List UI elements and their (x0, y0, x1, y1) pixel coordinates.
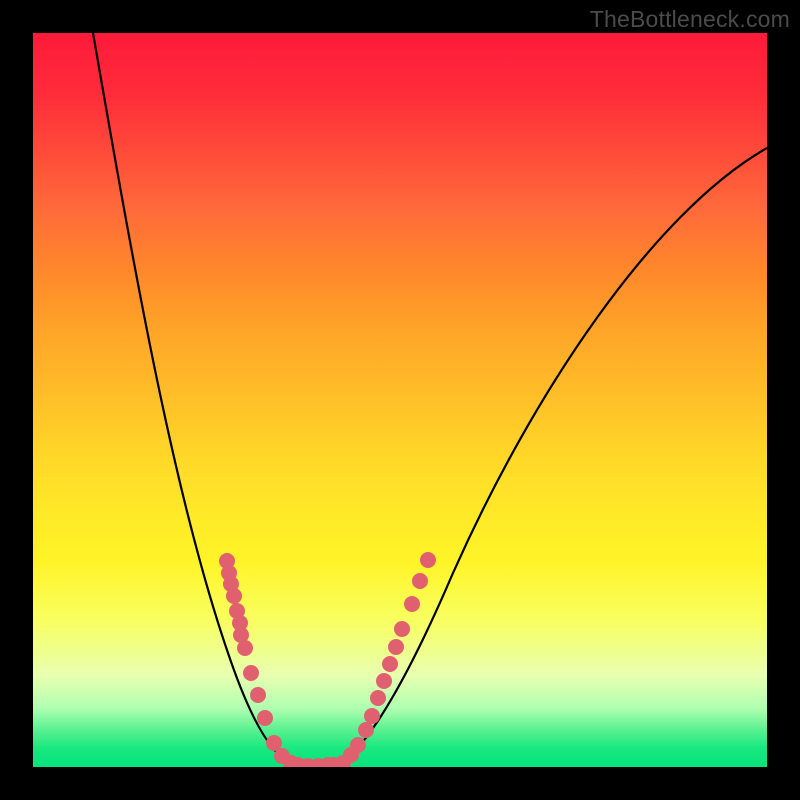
data-point (219, 553, 235, 569)
data-point (388, 639, 404, 655)
bottleneck-curve (93, 33, 767, 765)
data-point (221, 565, 237, 581)
data-dots-bottom (290, 757, 336, 767)
data-point (376, 673, 392, 689)
data-point (394, 621, 410, 637)
data-point (274, 748, 290, 764)
data-point (226, 588, 242, 604)
data-point (364, 708, 380, 724)
data-point (237, 640, 253, 656)
data-point (325, 757, 341, 767)
data-point (358, 722, 374, 738)
data-point (412, 573, 428, 589)
bottleneck-curve-svg (33, 33, 767, 767)
data-point (404, 596, 420, 612)
data-point (233, 627, 249, 643)
data-point (243, 665, 259, 681)
data-point (300, 758, 316, 767)
data-point (232, 615, 248, 631)
data-point (320, 757, 336, 767)
data-point (223, 576, 239, 592)
data-point (229, 603, 245, 619)
data-point (335, 755, 351, 767)
data-point (370, 690, 386, 706)
chart-frame: TheBottleneck.com (0, 0, 800, 800)
data-point (290, 757, 306, 767)
plot-area (33, 33, 767, 767)
data-point (250, 687, 266, 703)
data-point (257, 710, 273, 726)
data-point (310, 758, 326, 767)
data-dots-right (325, 552, 436, 767)
data-point (283, 755, 299, 767)
data-point (420, 552, 436, 568)
data-point (382, 656, 398, 672)
data-dots-left (219, 553, 299, 767)
data-point (266, 735, 282, 751)
data-point (343, 747, 359, 763)
watermark-text: TheBottleneck.com (590, 6, 790, 33)
data-point (350, 737, 366, 753)
